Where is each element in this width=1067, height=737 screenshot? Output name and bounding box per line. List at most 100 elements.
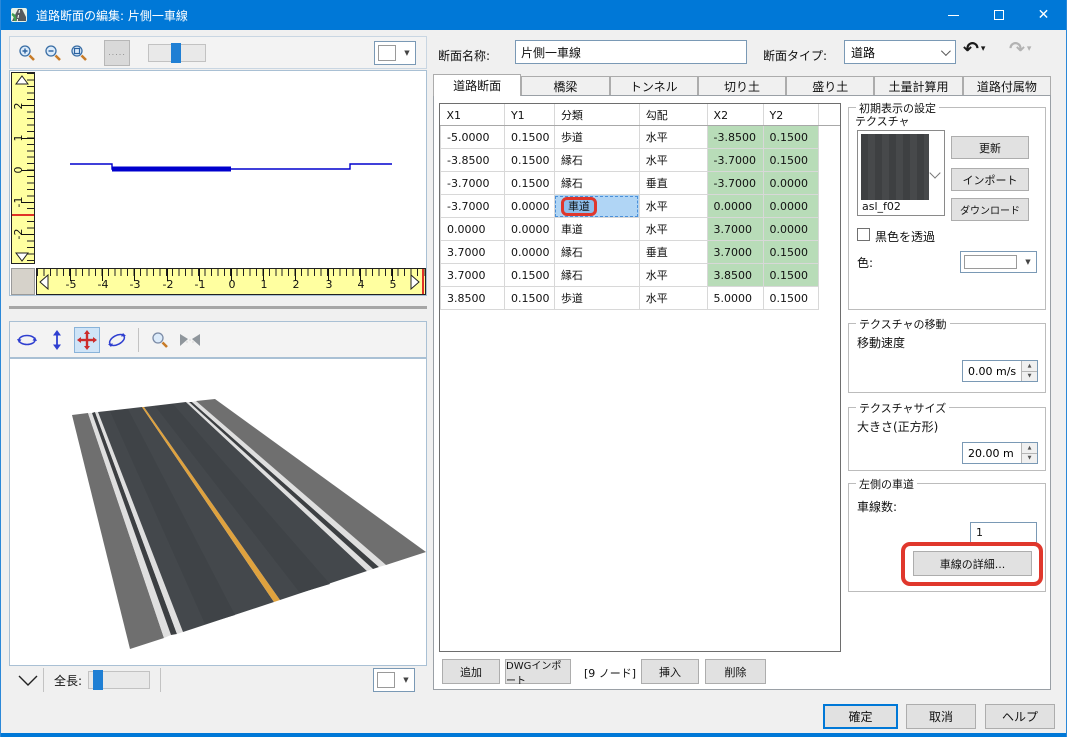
grid-cell[interactable]: 3.8500 [441, 287, 505, 310]
grid-cell[interactable]: 車道 [554, 218, 639, 241]
vertical-ruler[interactable]: 2 1 0 -1 -2 [11, 72, 35, 264]
spin-down-icon[interactable]: ▼ [1022, 372, 1037, 382]
grid-cell[interactable]: 0.1500 [763, 241, 819, 264]
background-color-dropdown[interactable]: ▼ [374, 41, 416, 65]
grid-cell[interactable]: 3.7000 [441, 241, 505, 264]
tab-cut[interactable]: 切り土 [698, 76, 786, 96]
grid-cell[interactable]: 5.0000 [707, 287, 763, 310]
grid-cell[interactable]: 3.7000 [707, 241, 763, 264]
grid-cell[interactable]: 歩道 [554, 287, 639, 310]
tab-earthwork[interactable]: 土量計算用 [874, 76, 962, 96]
zoom-3d-button[interactable] [147, 327, 173, 353]
road-3d-view[interactable] [9, 358, 427, 666]
lane-count-input[interactable] [970, 522, 1037, 543]
close-button[interactable]: ✕ [1021, 0, 1066, 30]
grid-cell[interactable]: 垂直 [639, 172, 707, 195]
grid-cell[interactable]: 車道 [554, 195, 639, 218]
grid-cell[interactable]: 0.1500 [504, 149, 554, 172]
chevron-down-icon[interactable] [929, 167, 940, 178]
node-grid[interactable]: X1Y1分類勾配X2Y2 -5.00000.1500歩道水平-3.85000.1… [439, 103, 841, 652]
redo-button[interactable]: ↷ ▾ [1009, 38, 1031, 60]
ok-button[interactable]: 確定 [823, 704, 898, 729]
grid-cell[interactable]: -3.7000 [441, 172, 505, 195]
grid-cell[interactable]: 0.1500 [763, 264, 819, 287]
orbit-horizontal-button[interactable] [14, 327, 40, 353]
grid-column-header[interactable]: Y2 [763, 104, 819, 126]
grid-cell[interactable]: 水平 [639, 149, 707, 172]
grid-column-header[interactable]: 分類 [554, 104, 639, 126]
grid-cell[interactable]: 0.1500 [504, 172, 554, 195]
redo-dropdown-icon[interactable]: ▾ [1027, 44, 1032, 54]
grid-cell[interactable]: 0.0000 [763, 218, 819, 241]
tab-fill[interactable]: 盛り土 [786, 76, 874, 96]
grid-column-header[interactable]: 勾配 [639, 104, 707, 126]
add-node-button[interactable]: 追加 [442, 659, 500, 684]
section-profile-toggle-icon[interactable] [17, 673, 39, 687]
grid-cell[interactable]: 水平 [639, 126, 707, 149]
grid-cell[interactable]: 水平 [639, 218, 707, 241]
grid-cell[interactable]: 水平 [639, 287, 707, 310]
texture-color-dropdown[interactable]: ▼ [960, 251, 1037, 273]
maximize-button[interactable] [976, 0, 1021, 30]
grid-cell[interactable]: 0.0000 [763, 172, 819, 195]
grid-cell[interactable]: -3.8500 [441, 149, 505, 172]
grid-cell[interactable]: 水平 [639, 264, 707, 287]
section-name-input[interactable] [515, 40, 747, 64]
grid-cell[interactable]: -3.8500 [707, 126, 763, 149]
undo-dropdown-icon[interactable]: ▾ [981, 44, 986, 54]
scroll-up-arrow-icon[interactable] [15, 75, 29, 85]
view3d-color-dropdown[interactable]: ▼ [373, 668, 415, 692]
grid-cell[interactable]: 0.1500 [763, 287, 819, 310]
cancel-button[interactable]: 取消 [906, 704, 976, 729]
grid-cell[interactable]: 3.7000 [441, 264, 505, 287]
spin-down-icon[interactable]: ▼ [1022, 454, 1037, 464]
pan-button[interactable] [74, 327, 100, 353]
move-vertical-button[interactable] [44, 327, 70, 353]
panel-splitter[interactable] [9, 306, 427, 309]
zoom-out-button[interactable] [40, 40, 66, 66]
grid-cell[interactable]: 歩道 [554, 126, 639, 149]
orbit-free-button[interactable] [104, 327, 130, 353]
grid-snap-button[interactable]: ..... [104, 40, 130, 66]
horizontal-ruler[interactable]: -5 -4 -3 -2 -1 0 1 2 3 4 5 [36, 268, 426, 295]
texture-size-spinner[interactable]: 20.00 m ▲ ▼ [962, 442, 1038, 464]
tab-road-section[interactable]: 道路断面 [433, 74, 521, 96]
grid-cell[interactable]: -3.7000 [441, 195, 505, 218]
section-type-select[interactable]: 道路 [844, 40, 956, 64]
transparent-black-checkbox[interactable] [857, 228, 870, 241]
insert-node-button[interactable]: 挿入 [641, 659, 699, 684]
zoom-slider[interactable] [148, 44, 206, 62]
zoom-extents-button[interactable] [66, 40, 92, 66]
length-slider-thumb[interactable] [93, 670, 103, 690]
grid-cell[interactable]: 垂直 [639, 241, 707, 264]
move-speed-spinner[interactable]: 0.00 m/s ▲ ▼ [962, 360, 1038, 382]
grid-cell[interactable]: 0.1500 [504, 126, 554, 149]
spin-up-icon[interactable]: ▲ [1022, 443, 1037, 454]
scroll-left-arrow-icon[interactable] [39, 274, 49, 290]
zoom-in-button[interactable] [14, 40, 40, 66]
spin-up-icon[interactable]: ▲ [1022, 361, 1037, 372]
tab-road-accessories[interactable]: 道路付属物 [963, 76, 1051, 96]
grid-cell[interactable]: 0.1500 [763, 149, 819, 172]
download-texture-button[interactable]: ダウンロード [951, 198, 1029, 221]
length-slider[interactable] [88, 671, 150, 689]
grid-cell[interactable]: 0.1500 [763, 126, 819, 149]
grid-cell[interactable]: 3.8500 [707, 264, 763, 287]
minimize-button[interactable] [931, 0, 976, 30]
grid-cell[interactable]: -3.7000 [707, 172, 763, 195]
section-2d-view[interactable]: 2 1 0 -1 -2 -5 -4 -3 -2 -1 0 1 [9, 70, 427, 296]
dwg-import-button[interactable]: DWGインポート [505, 659, 571, 684]
grid-cell[interactable]: 0.0000 [441, 218, 505, 241]
grid-cell[interactable]: -3.7000 [707, 149, 763, 172]
grid-column-header[interactable]: X1 [441, 104, 505, 126]
lane-detail-button[interactable]: 車線の詳細... [913, 551, 1032, 576]
camera-view-button[interactable] [177, 327, 203, 353]
grid-column-header[interactable]: X2 [707, 104, 763, 126]
delete-node-button[interactable]: 削除 [705, 659, 766, 684]
grid-cell[interactable]: 0.0000 [763, 195, 819, 218]
grid-cell[interactable]: 水平 [639, 195, 707, 218]
grid-cell[interactable]: 0.0000 [707, 195, 763, 218]
grid-cell[interactable]: 縁石 [554, 149, 639, 172]
grid-cell[interactable]: 0.0000 [504, 218, 554, 241]
grid-cell[interactable]: 縁石 [554, 264, 639, 287]
